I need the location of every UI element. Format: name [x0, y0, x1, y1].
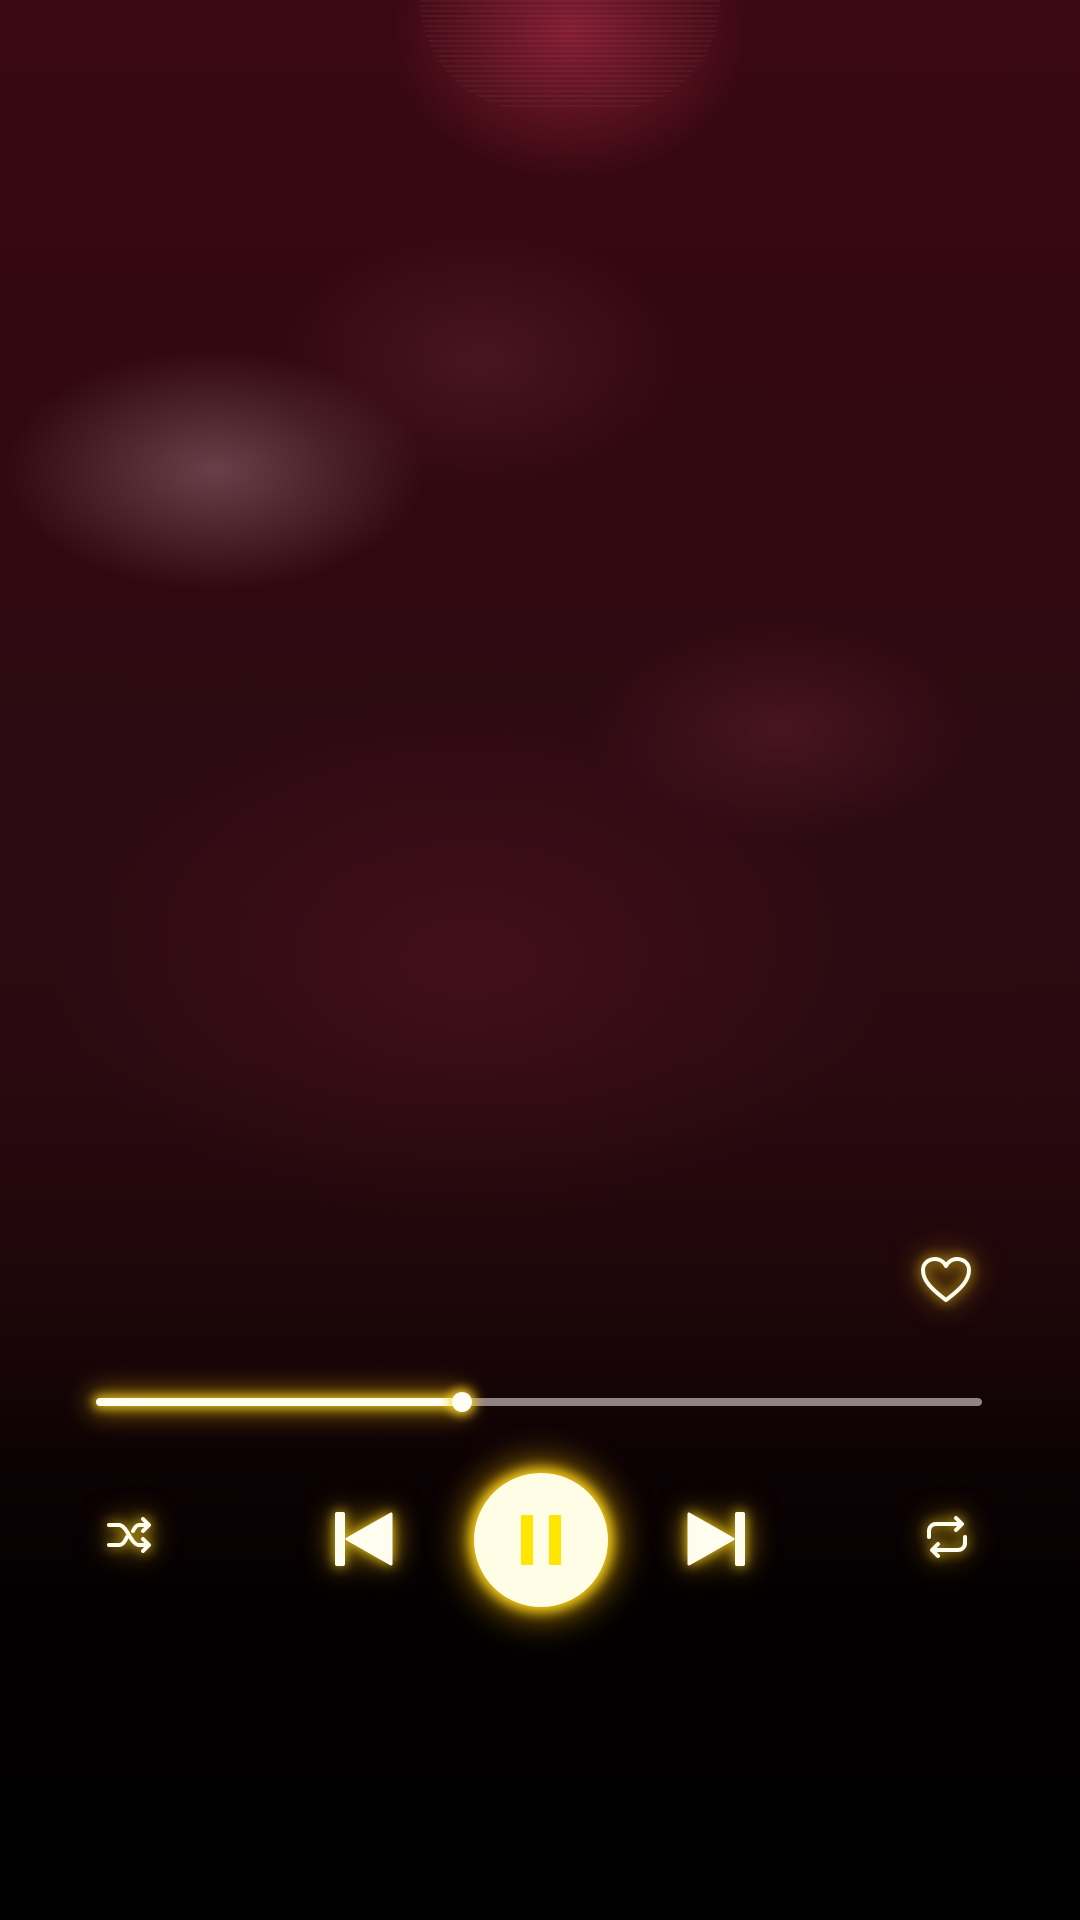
skip-previous-icon [335, 1512, 393, 1566]
pause-icon [521, 1515, 561, 1565]
repeat-button[interactable] [910, 1500, 984, 1574]
previous-button[interactable] [318, 1494, 408, 1584]
progress-thumb[interactable] [451, 1392, 472, 1412]
heart-outline-icon [921, 1257, 971, 1302]
now-playing-screen [0, 0, 1080, 1920]
favorite-button[interactable] [906, 1240, 986, 1320]
skip-next-icon [687, 1512, 745, 1566]
progress-fill [96, 1398, 462, 1406]
play-pause-button[interactable] [474, 1473, 608, 1607]
album-art-background [420, 0, 720, 110]
repeat-icon [927, 1516, 967, 1558]
shuffle-button[interactable] [96, 1500, 166, 1570]
progress-bar[interactable] [96, 1392, 982, 1412]
next-button[interactable] [672, 1494, 762, 1584]
shuffle-icon [107, 1517, 151, 1553]
